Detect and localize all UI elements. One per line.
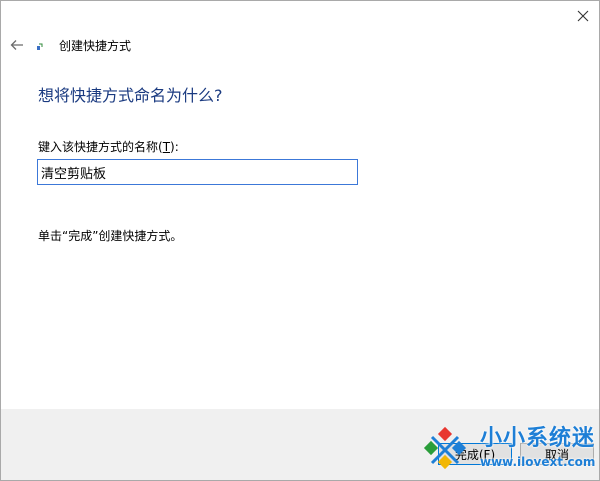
name-field-label-suffix: ): (170, 140, 179, 154)
watermark-brand: 小小系统迷 (480, 426, 596, 451)
finish-hint-text: 单击“完成”创建快捷方式。 (38, 229, 183, 243)
name-field-label: 键入该快捷方式的名称(T): (38, 139, 179, 155)
back-button[interactable] (7, 35, 27, 55)
wizard-title: 创建快捷方式 (59, 39, 132, 53)
back-arrow-icon (10, 40, 23, 50)
create-shortcut-window: 创建快捷方式 想将快捷方式命名为什么? 键入该快捷方式的名称(T): 单击“完成… (0, 0, 600, 481)
watermark-url: www.ilovext.com (480, 455, 596, 469)
close-button[interactable] (569, 3, 597, 29)
shortcut-wizard-icon (37, 43, 43, 50)
name-field-label-prefix: 键入该快捷方式的名称( (38, 140, 163, 154)
site-watermark: 小小系统迷 www.ilovext.com (414, 420, 600, 481)
shortcut-name-input[interactable] (37, 159, 358, 185)
close-icon (577, 10, 589, 22)
page-heading: 想将快捷方式命名为什么? (38, 86, 223, 105)
name-field-label-accel: T (162, 140, 171, 154)
watermark-logo-icon (423, 426, 467, 470)
